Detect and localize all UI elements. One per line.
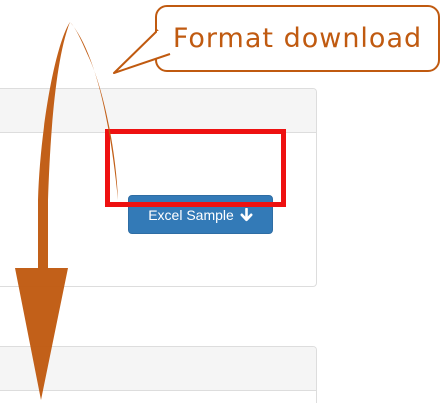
screenshot-stage: Excel Sample Format download: [0, 0, 444, 403]
panel-heading: [0, 89, 316, 133]
excel-sample-button-label: Excel Sample: [148, 206, 234, 223]
next-panel: [0, 346, 317, 403]
callout-text: Format download: [172, 23, 423, 54]
arrow-down-icon: [240, 207, 253, 222]
format-download-callout: Format download: [155, 5, 440, 72]
excel-sample-button[interactable]: Excel Sample: [128, 195, 273, 234]
excel-sample-panel: Excel Sample: [0, 88, 317, 287]
panel-body: Excel Sample: [0, 133, 316, 286]
panel-heading: [0, 347, 316, 391]
